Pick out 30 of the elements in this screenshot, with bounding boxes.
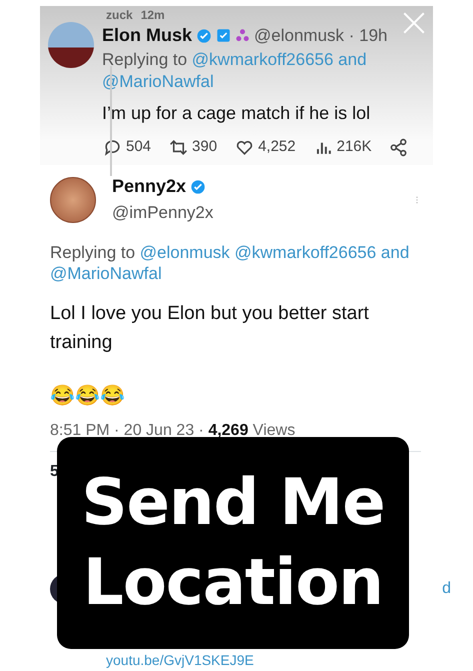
replying-to-text: Replying to @kwmarkoff26656 and @MarioNawfal	[102, 49, 368, 92]
verified-badge-icon	[190, 178, 206, 195]
author-handle: @imPenny2x	[112, 202, 214, 224]
replying-to-text: Replying to @elonmusk @kwmarkoff26656 and @MarioNawfal	[50, 242, 410, 284]
retweet-button[interactable]: 390	[168, 134, 218, 160]
reply-button[interactable]: 504	[102, 134, 152, 160]
link-text: d	[442, 579, 451, 600]
share-icon[interactable]	[388, 138, 408, 157]
story-username: zuck	[106, 8, 133, 22]
emoji-text: 😂😂😂	[50, 384, 125, 410]
views-button[interactable]: 216K	[312, 134, 373, 160]
author-name: Penny2x	[112, 175, 186, 198]
avatar	[48, 22, 94, 68]
tweet-text: Lol I love you Elon but you better start training	[50, 302, 370, 355]
verified-badge-icon	[196, 28, 212, 44]
link-text: youtu.be/GvjV1SKEJ9E	[106, 652, 254, 668]
sticker-text: Location	[83, 545, 383, 622]
avatar	[50, 176, 96, 223]
like-button[interactable]: 4,252	[234, 134, 297, 160]
author-name: Elon Musk	[102, 24, 192, 48]
people-icon	[235, 28, 250, 44]
sticker-text: Send Me	[81, 465, 385, 542]
story-time: 12m	[140, 8, 165, 22]
retweet-icon	[169, 138, 188, 157]
close-icon[interactable]	[401, 10, 427, 36]
tweet-text: I’m up for a cage match if he is lol	[102, 102, 372, 125]
reply-icon	[103, 138, 122, 157]
square-badge-icon	[216, 28, 232, 44]
author-handle: @elonmusk · 19h	[254, 25, 388, 48]
tweet-meta: 8:51 PM · 20 Jun 23 · 4,269 Views	[50, 421, 296, 442]
